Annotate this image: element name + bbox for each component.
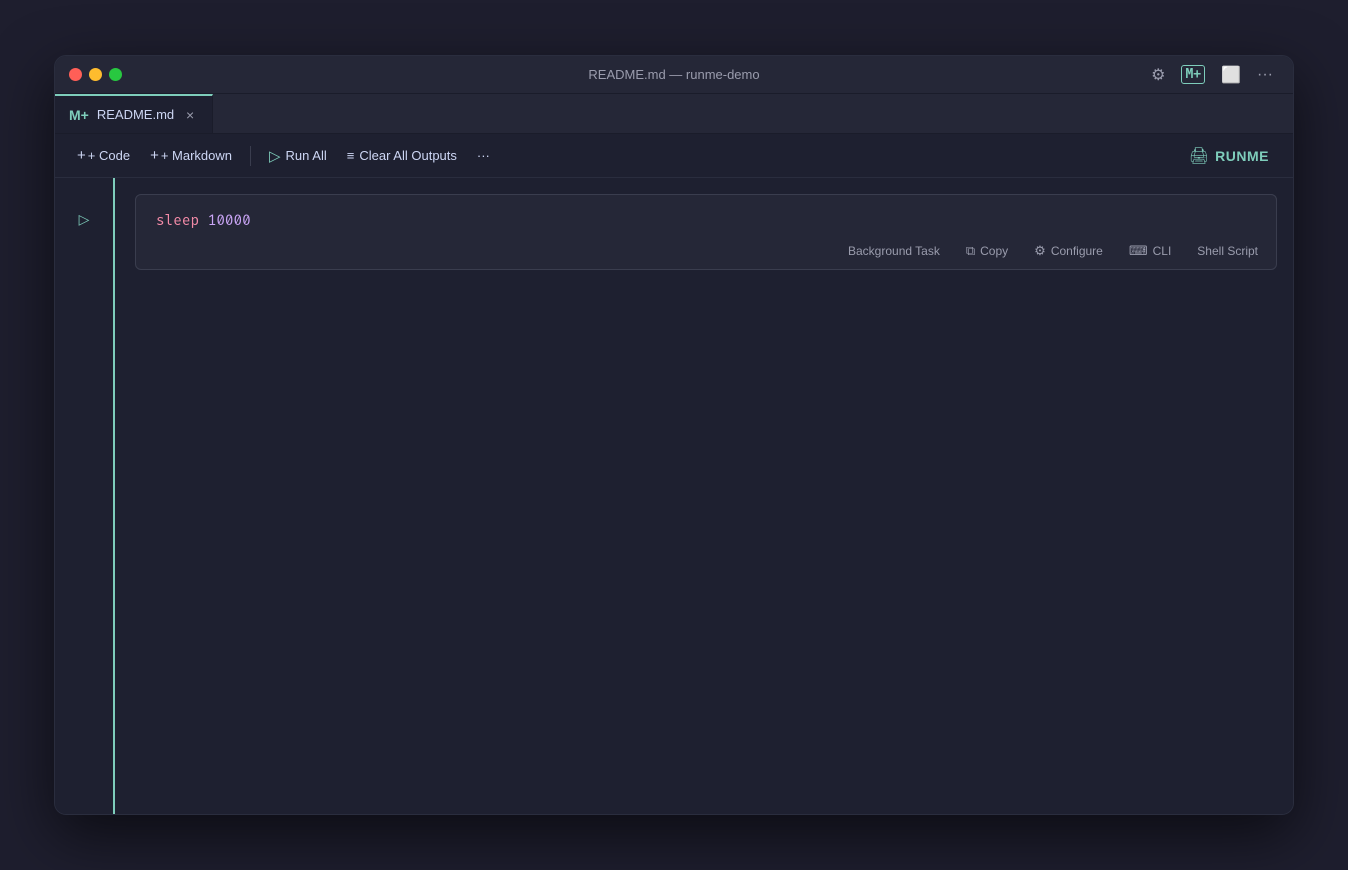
run-all-button[interactable]: ▷ Run All xyxy=(261,143,335,169)
title-bar: README.md — runme-demo ⚙ M+ ⬜ ··· xyxy=(55,56,1293,94)
close-button[interactable] xyxy=(69,68,82,81)
add-markdown-button[interactable]: + + Markdown xyxy=(142,143,240,168)
code-content: sleep 10000 xyxy=(156,211,1256,233)
split-editor-icon[interactable]: ⬜ xyxy=(1215,61,1247,89)
minimize-button[interactable] xyxy=(89,68,102,81)
clear-icon: ≡ xyxy=(347,148,355,163)
code-command: sleep xyxy=(156,213,199,230)
cli-button[interactable]: ⌨ CLI xyxy=(1123,241,1177,261)
run-triangle-icon: ▷ xyxy=(79,211,90,228)
run-all-label: Run All xyxy=(286,148,327,163)
background-task-toggle[interactable]: Background Task xyxy=(842,242,946,260)
more-actions-icon[interactable]: ··· xyxy=(1251,62,1279,88)
more-icon: ··· xyxy=(477,148,490,163)
runme-badge: 🖨 RUNME xyxy=(1179,142,1279,170)
background-task-label: Background Task xyxy=(848,244,940,258)
toolbar-separator xyxy=(250,146,251,166)
clear-outputs-label: Clear All Outputs xyxy=(359,148,457,163)
traffic-lights xyxy=(69,68,122,81)
tab-close-button[interactable]: × xyxy=(182,107,198,123)
shell-script-text: Shell Script xyxy=(1197,244,1258,258)
copy-icon: ⧉ xyxy=(966,243,975,259)
configure-label: Configure xyxy=(1051,244,1103,258)
tab-label: README.md xyxy=(97,107,174,122)
shell-script-label[interactable]: Shell Script xyxy=(1191,242,1264,260)
code-argument: 10000 xyxy=(208,213,251,230)
readme-tab[interactable]: M+ README.md × xyxy=(55,94,213,133)
add-markdown-label: + Markdown xyxy=(161,148,232,163)
cli-label: CLI xyxy=(1153,244,1172,258)
toolbar-right: 🖨 RUNME xyxy=(1179,142,1279,170)
md-plus-icon[interactable]: M+ xyxy=(1175,61,1211,88)
editor-toolbar: + + Code + + Markdown ▷ Run All ≡ Clear … xyxy=(55,134,1293,178)
code-cell: ▷ ⇓ ⬚ ··· 🗑 sleep xyxy=(135,194,1277,270)
plus-icon-md: + xyxy=(150,147,159,164)
clear-outputs-button[interactable]: ≡ Clear All Outputs xyxy=(339,144,465,167)
runme-label: RUNME xyxy=(1215,148,1269,164)
configure-button[interactable]: ⚙ Configure xyxy=(1028,241,1109,261)
copy-button[interactable]: ⧉ Copy xyxy=(960,241,1014,261)
cell-run-button[interactable]: ▷ xyxy=(73,208,95,230)
code-block: sleep 10000 Background Task ⧉ Copy ⚙ xyxy=(135,194,1277,270)
title-bar-actions: ⚙ M+ ⬜ ··· xyxy=(1145,61,1279,89)
copy-label: Copy xyxy=(980,244,1008,258)
editor-gutter: ▷ xyxy=(55,178,115,814)
cli-icon: ⌨ xyxy=(1129,243,1148,259)
add-code-label: + Code xyxy=(88,148,130,163)
more-options-button[interactable]: ··· xyxy=(469,144,498,167)
app-window: README.md — runme-demo ⚙ M+ ⬜ ··· M+ REA… xyxy=(54,55,1294,815)
plus-icon: + xyxy=(77,147,86,164)
tab-bar: M+ README.md × xyxy=(55,94,1293,134)
runme-icon: 🖨 xyxy=(1189,146,1209,166)
code-meta-bar: Background Task ⧉ Copy ⚙ Configure ⌨ CLI xyxy=(842,241,1264,261)
tab-file-icon: M+ xyxy=(69,107,89,123)
configure-icon: ⚙ xyxy=(1034,243,1046,259)
add-code-button[interactable]: + + Code xyxy=(69,143,138,168)
settings-icon[interactable]: ⚙ xyxy=(1145,61,1171,89)
run-all-icon: ▷ xyxy=(269,147,281,165)
window-title: README.md — runme-demo xyxy=(588,67,759,82)
maximize-button[interactable] xyxy=(109,68,122,81)
editor-area: ▷ ▷ ⇓ ⬚ ··· 🗑 xyxy=(55,178,1293,814)
